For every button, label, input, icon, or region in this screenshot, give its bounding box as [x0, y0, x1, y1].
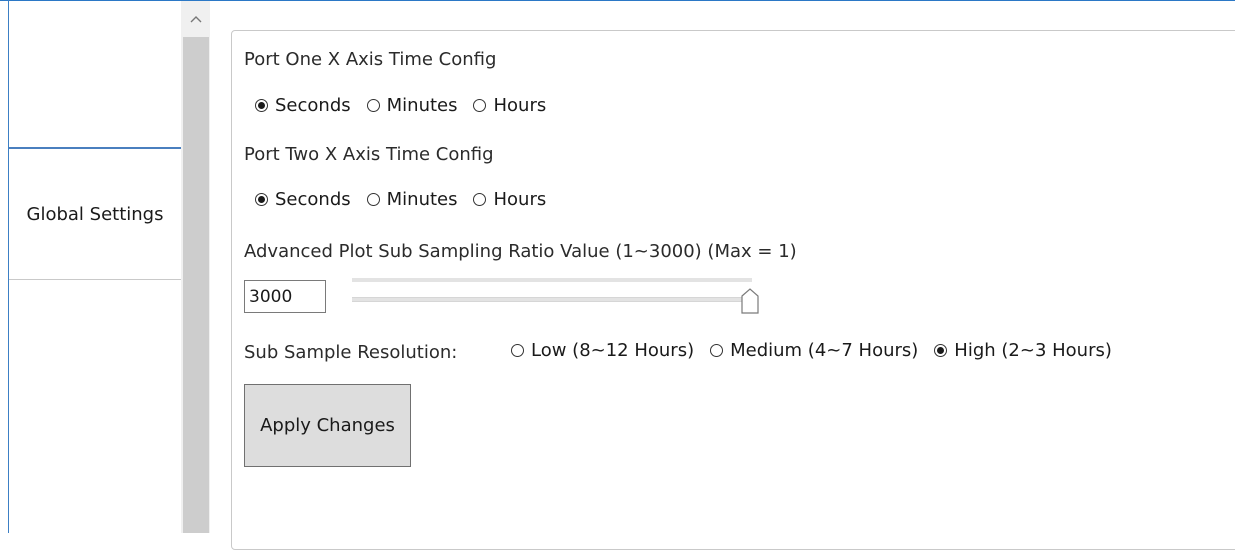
radio-checked-icon	[255, 99, 268, 112]
radio-label: Hours	[493, 95, 547, 116]
sub-sampling-slider[interactable]	[352, 278, 759, 314]
port-one-seconds-radio[interactable]: Seconds	[255, 95, 351, 116]
vertical-scrollbar[interactable]	[181, 1, 210, 533]
port-two-minutes-radio[interactable]: Minutes	[366, 189, 458, 210]
chevron-up-icon	[190, 16, 201, 23]
sidebar: Global Settings	[9, 1, 181, 533]
radio-unchecked-icon	[366, 99, 380, 112]
port-two-hours-radio[interactable]: Hours	[473, 189, 546, 210]
apply-changes-button[interactable]: Apply Changes	[244, 384, 411, 467]
sub-sampling-title: Advanced Plot Sub Sampling Ratio Value (…	[244, 241, 797, 262]
radio-unchecked-icon	[366, 193, 380, 206]
resolution-low-radio[interactable]: Low (8~12 Hours)	[511, 340, 694, 361]
radio-checked-icon	[255, 193, 268, 206]
port-two-title: Port Two X Axis Time Config	[244, 144, 494, 165]
port-two-radio-group: Seconds Minutes Hours	[255, 189, 562, 210]
slider-tick-bar	[352, 278, 752, 282]
port-one-title: Port One X Axis Time Config	[244, 49, 497, 70]
slider-thumb-icon[interactable]	[741, 288, 759, 314]
scroll-up-button[interactable]	[181, 1, 210, 37]
resolution-label: Sub Sample Resolution:	[244, 342, 458, 363]
scroll-thumb[interactable]	[183, 37, 209, 533]
radio-unchecked-icon	[710, 344, 724, 357]
port-one-radio-group: Seconds Minutes Hours	[255, 95, 562, 116]
radio-label: Minutes	[386, 95, 458, 116]
resolution-medium-radio[interactable]: Medium (4~7 Hours)	[710, 340, 918, 361]
radio-label: Seconds	[275, 189, 351, 210]
port-one-minutes-radio[interactable]: Minutes	[366, 95, 458, 116]
radio-label: Medium (4~7 Hours)	[730, 340, 919, 361]
resolution-radio-group: Low (8~12 Hours) Medium (4~7 Hours) High…	[511, 340, 1128, 361]
port-two-seconds-radio[interactable]: Seconds	[255, 189, 351, 210]
radio-label: Low (8~12 Hours)	[531, 340, 695, 361]
radio-label: Minutes	[386, 189, 458, 210]
radio-unchecked-icon	[473, 99, 487, 112]
sub-sampling-value-input[interactable]	[244, 280, 326, 313]
radio-label: Seconds	[275, 95, 351, 116]
radio-unchecked-icon	[511, 344, 524, 357]
radio-label: Hours	[493, 189, 547, 210]
port-one-hours-radio[interactable]: Hours	[473, 95, 546, 116]
radio-unchecked-icon	[473, 193, 487, 206]
radio-label: High (2~3 Hours)	[954, 340, 1112, 361]
sidebar-item-label: Global Settings	[26, 203, 164, 225]
sidebar-item-global-settings[interactable]: Global Settings	[9, 147, 181, 280]
radio-checked-icon	[934, 344, 948, 357]
resolution-high-radio[interactable]: High (2~3 Hours)	[934, 340, 1112, 361]
slider-track	[352, 297, 752, 302]
